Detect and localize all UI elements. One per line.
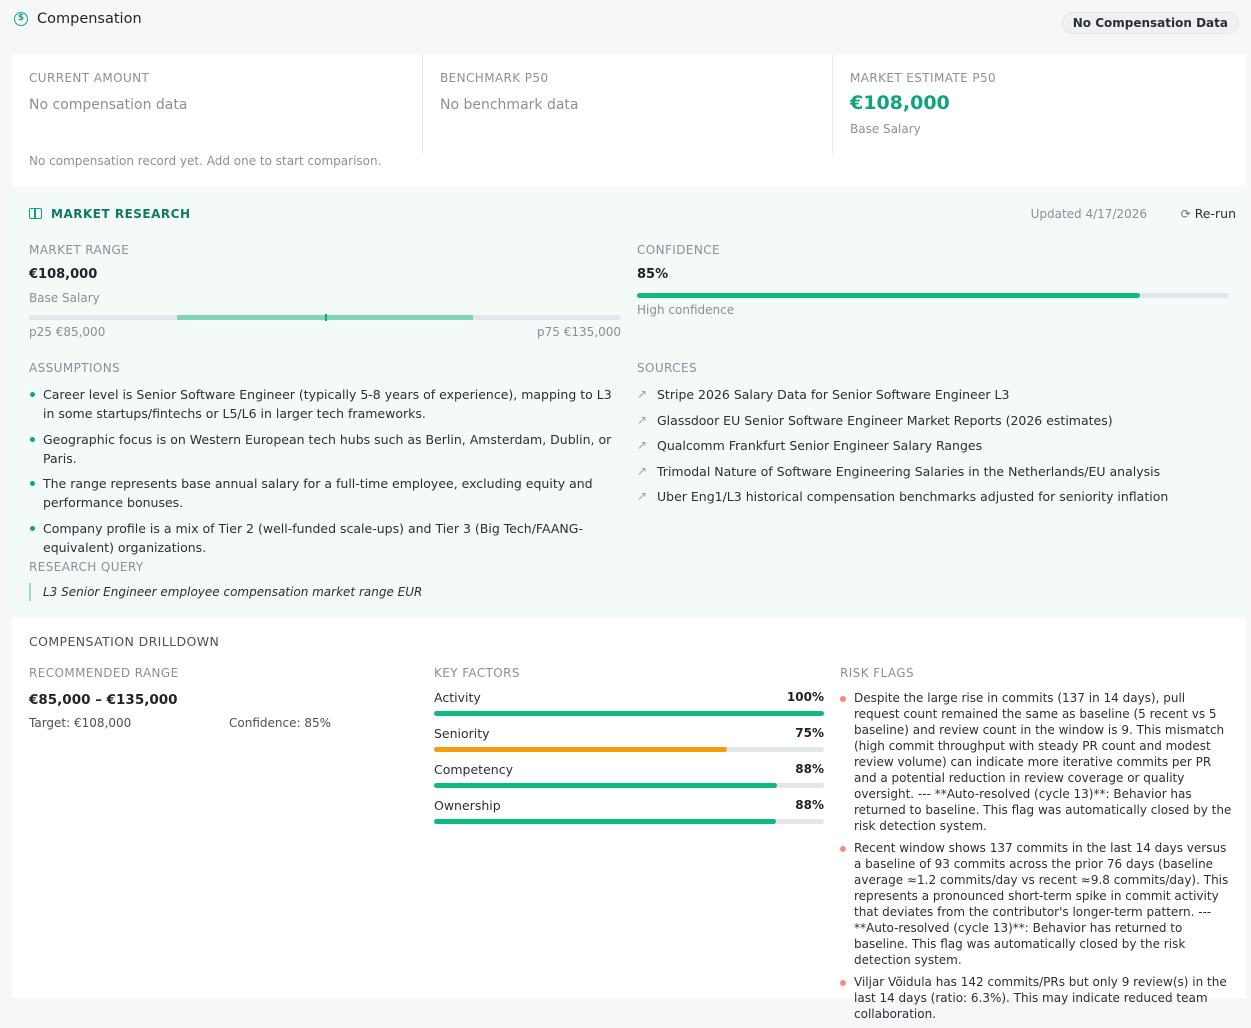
recommended-range-value: €85,000 – €135,000 [29, 692, 178, 708]
benchmark-label: BENCHMARK P50 [440, 71, 549, 85]
factor-activity: Activity 100% [434, 690, 824, 726]
source-title: Trimodal Nature of Software Engineering … [657, 463, 1161, 479]
source-link[interactable]: ↗ Qualcomm Frankfurt Senior Engineer Sala… [637, 436, 1229, 455]
confidence-bar [637, 293, 1229, 298]
updated-date: Updated 4/17/2026 [1030, 207, 1147, 221]
rerun-label: Re-run [1194, 206, 1236, 221]
confidence-sub: High confidence [637, 303, 735, 317]
risk-flags-label: RISK FLAGS [840, 666, 914, 680]
source-link[interactable]: ↗ Glassdoor EU Senior Software Engineer M… [637, 411, 1229, 430]
confidence-fill [637, 293, 1141, 298]
risk-flag-text: Despite the large rise in commits (137 i… [854, 691, 1232, 833]
status-badge: No Compensation Data [1061, 12, 1239, 34]
risk-dot-icon [840, 846, 846, 852]
factor-percent: 88% [795, 762, 824, 776]
source-link[interactable]: ↗ Uber Eng1/L3 historical compensation be… [637, 487, 1229, 506]
factor-fill [434, 783, 778, 788]
factor-percent: 88% [795, 798, 824, 812]
source-title: Glassdoor EU Senior Software Engineer Ma… [657, 412, 1113, 428]
p25-label: p25 €85,000 [29, 325, 106, 339]
market-range-sub: Base Salary [29, 291, 100, 305]
factor-percent: 100% [786, 690, 824, 704]
source-title: Qualcomm Frankfurt Senior Engineer Salar… [657, 438, 983, 453]
factor-competency: Competency 88% [434, 762, 824, 798]
risk-flag-text: Recent window shows 137 commits in the l… [854, 841, 1229, 967]
external-link-icon: ↗ [637, 438, 648, 452]
factor-fill [434, 747, 727, 752]
target-value: Target: €108,000 [29, 716, 132, 730]
sources-list: ↗ Stripe 2026 Salary Data for Senior Soft… [637, 385, 1229, 513]
external-link-icon: ↗ [637, 463, 648, 478]
risk-flag: Recent window shows 137 commits in the l… [840, 840, 1232, 968]
key-factors-label: KEY FACTORS [434, 666, 520, 680]
risk-dot-icon [840, 696, 846, 702]
current-amount-value: No compensation data [29, 97, 188, 113]
market-range-bar [29, 314, 621, 321]
current-amount-panel: CURRENT AMOUNT No compensation data [12, 54, 423, 154]
assumption-item: Geographic focus is on Western European … [29, 430, 621, 468]
market-range-value: €108,000 [29, 267, 98, 282]
market-estimate-label: MARKET ESTIMATE P50 [850, 71, 997, 85]
rerun-button[interactable]: ⟳ Re-run [1181, 206, 1236, 221]
assumption-item: Company profile is a mix of Tier 2 (well… [29, 519, 621, 557]
risk-flag-text: Viljar Võidula has 142 commits/PRs but o… [854, 975, 1227, 1021]
factor-track [434, 711, 824, 716]
factor-track [434, 747, 824, 752]
market-range-label: MARKET RANGE [29, 243, 130, 257]
benchmark-panel: BENCHMARK P50 No benchmark data [423, 54, 833, 154]
source-title: Stripe 2026 Salary Data for Senior Softw… [657, 387, 1010, 402]
risk-flags-list: Despite the large rise in commits (137 i… [840, 690, 1232, 1028]
research-query: L3 Senior Engineer employee compensation… [29, 583, 422, 601]
dollar-circle-icon: $ [14, 12, 28, 26]
benchmark-value: No benchmark data [440, 97, 579, 113]
risk-flag: Despite the large rise in commits (137 i… [840, 690, 1232, 834]
recommended-range-label: RECOMMENDED RANGE [29, 666, 179, 680]
factor-name: Seniority [434, 726, 490, 741]
assumption-item: The range represents base annual salary … [29, 474, 621, 512]
assumptions-list: Career level is Senior Software Engineer… [29, 385, 621, 563]
market-estimate-panel: MARKET ESTIMATE P50 €108,000 Base Salary [833, 54, 1246, 154]
factor-seniority: Seniority 75% [434, 726, 824, 762]
confidence-value: 85% [637, 267, 669, 282]
confidence-label: CONFIDENCE [637, 243, 721, 257]
compensation-drilldown: COMPENSATION DRILLDOWN RECOMMENDED RANGE… [12, 618, 1246, 1021]
factor-ownership: Ownership 88% [434, 798, 824, 834]
market-research-title: MARKET RESEARCH [51, 207, 191, 221]
source-link[interactable]: ↗ Stripe 2026 Salary Data for Senior Soft… [637, 385, 1229, 404]
factor-fill [434, 819, 777, 824]
section-title: Compensation [37, 11, 142, 27]
assumption-item: Career level is Senior Software Engineer… [29, 385, 621, 423]
risk-flag: Viljar Võidula has 142 commits/PRs but o… [840, 974, 1232, 1022]
compensation-summary: CURRENT AMOUNT No compensation data BENC… [12, 54, 1246, 186]
empty-record-note: No compensation record yet. Add one to s… [29, 154, 382, 168]
research-query-label: RESEARCH QUERY [29, 560, 144, 574]
factor-fill [434, 711, 824, 716]
current-amount-label: CURRENT AMOUNT [29, 71, 150, 85]
sources-label: SOURCES [637, 361, 697, 375]
market-range-marker [325, 314, 327, 321]
assumptions-label: ASSUMPTIONS [29, 361, 121, 375]
factor-track [434, 819, 824, 824]
market-estimate-value: €108,000 [850, 92, 950, 114]
factor-track [434, 783, 824, 788]
risk-dot-icon [840, 980, 846, 986]
external-link-icon: ↗ [637, 387, 648, 401]
external-link-icon: ↗ [637, 412, 648, 427]
market-research-section: MARKET RESEARCH Updated 4/17/2026 ⟳ Re-ru… [12, 187, 1246, 617]
compensation-header: $ Compensation No Compensation Data [0, 0, 1251, 42]
market-estimate-sub: Base Salary [850, 122, 921, 136]
factor-percent: 75% [795, 726, 824, 740]
p75-label: p75 €135,000 [537, 325, 621, 339]
drilldown-confidence: Confidence: 85% [229, 716, 331, 730]
refresh-icon: ⟳ [1180, 207, 1191, 221]
external-link-icon: ↗ [637, 489, 648, 503]
factor-name: Activity [434, 690, 481, 705]
book-icon [29, 208, 42, 219]
source-title: Uber Eng1/L3 historical compensation ben… [657, 489, 1169, 504]
factor-name: Competency [434, 762, 513, 777]
factor-name: Ownership [434, 798, 501, 813]
source-link[interactable]: ↗ Trimodal Nature of Software Engineering… [637, 462, 1229, 481]
drilldown-title: COMPENSATION DRILLDOWN [29, 634, 220, 649]
